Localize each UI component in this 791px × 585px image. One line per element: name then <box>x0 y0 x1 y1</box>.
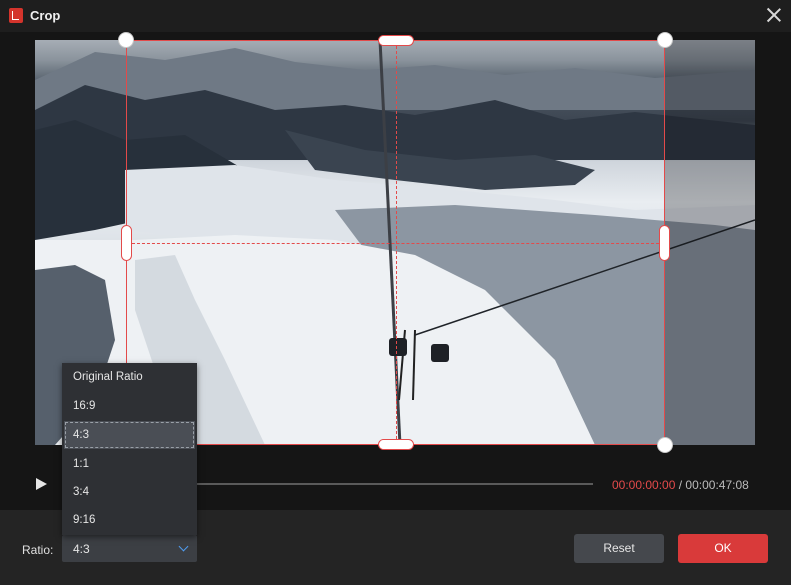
crop-handle-top-right[interactable] <box>657 32 673 48</box>
time-display: 00:00:00:00 / 00:00:47:08 <box>612 478 749 492</box>
ratio-label: Ratio: <box>22 543 54 557</box>
reset-button[interactable]: Reset <box>574 534 664 563</box>
timeline-track[interactable] <box>197 483 593 485</box>
close-icon[interactable] <box>765 6 783 24</box>
ratio-option-original[interactable]: Original Ratio <box>62 363 197 391</box>
crop-handle-bottom-right[interactable] <box>657 437 673 453</box>
crop-guide-horizontal <box>127 243 664 244</box>
play-icon[interactable] <box>36 478 47 490</box>
crop-handle-right[interactable] <box>659 225 670 261</box>
crop-handle-bottom[interactable] <box>378 439 414 450</box>
crop-frame[interactable] <box>118 32 673 453</box>
ratio-option-4-3[interactable]: 4:3 <box>64 421 195 449</box>
ratio-option-1-1[interactable]: 1:1 <box>62 450 197 478</box>
ratio-dropdown-menu: Original Ratio 16:9 4:3 1:1 3:4 9:16 <box>62 363 197 535</box>
ratio-option-3-4[interactable]: 3:4 <box>62 478 197 506</box>
total-time: 00:00:47:08 <box>685 478 749 492</box>
time-separator: / <box>675 478 686 492</box>
ratio-option-9-16[interactable]: 9:16 <box>62 506 197 534</box>
ok-button[interactable]: OK <box>678 534 768 563</box>
crop-handle-left[interactable] <box>121 225 132 261</box>
ratio-option-16-9[interactable]: 16:9 <box>62 392 197 420</box>
crop-handle-top[interactable] <box>378 35 414 46</box>
crop-outside-shade <box>665 40 755 445</box>
title-bar: Crop <box>0 0 791 32</box>
crop-app-icon <box>9 8 23 23</box>
ratio-selected-value: 4:3 <box>73 542 90 556</box>
ratio-select[interactable]: 4:3 <box>62 535 197 562</box>
window-title: Crop <box>30 8 61 23</box>
crop-handle-top-left[interactable] <box>118 32 134 48</box>
chevron-down-icon <box>178 541 189 552</box>
current-time: 00:00:00:00 <box>612 478 676 492</box>
